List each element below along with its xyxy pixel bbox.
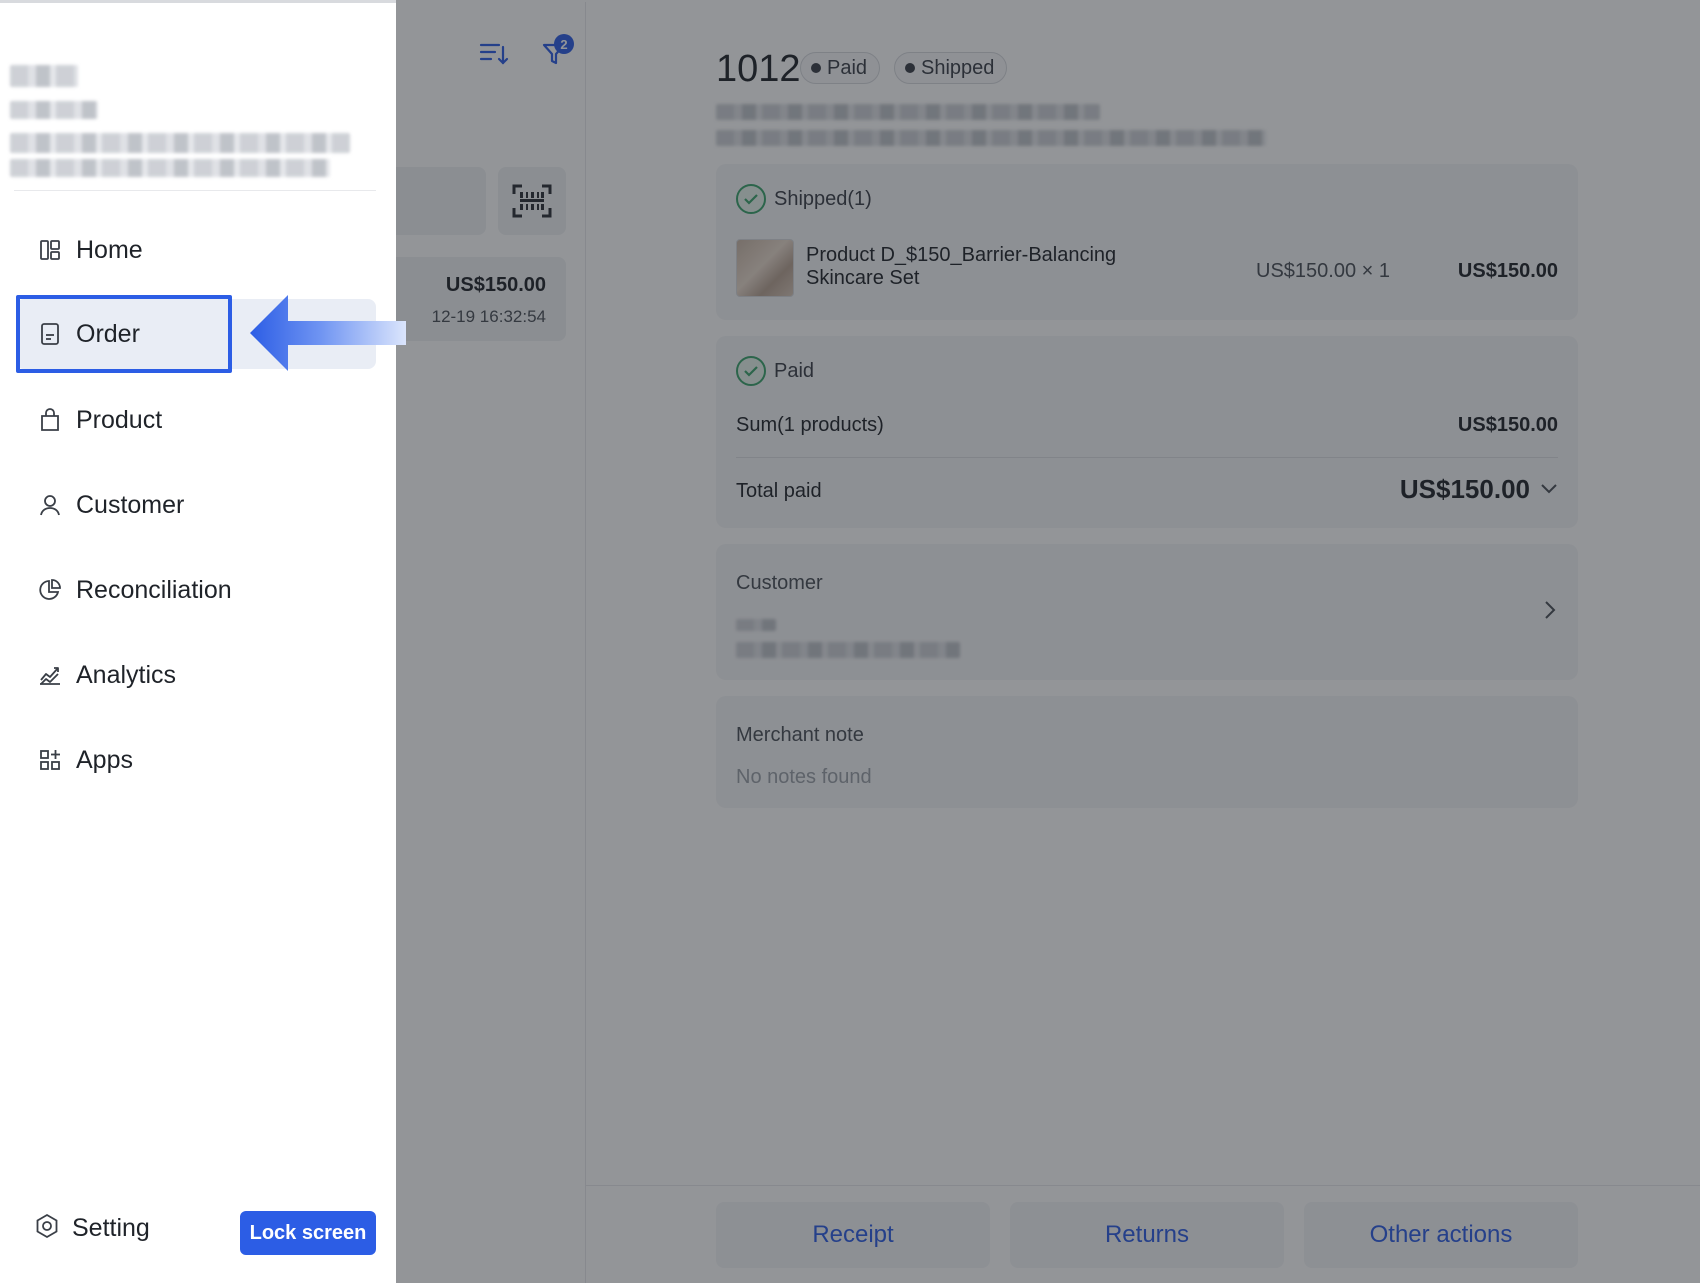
apps-grid-icon <box>34 744 66 776</box>
person-icon <box>34 489 66 521</box>
navigation-drawer: Home Order Product Customer Reconciliati… <box>0 0 406 1283</box>
nav-label: Reconciliation <box>76 575 232 604</box>
nav-label: Analytics <box>76 660 177 689</box>
shopping-bag-icon <box>34 404 66 436</box>
nav-label: Home <box>76 235 143 264</box>
nav-item-setting[interactable]: Setting <box>34 1213 150 1244</box>
lock-screen-button[interactable]: Lock screen <box>240 1211 376 1255</box>
line-chart-icon <box>34 659 66 691</box>
drawer-backdrop[interactable] <box>396 0 1700 1283</box>
pointer-arrow-icon <box>250 295 406 371</box>
nav-item-analytics[interactable]: Analytics <box>16 640 376 710</box>
order-highlight-box <box>16 295 232 373</box>
dashboard-icon <box>34 234 66 266</box>
pie-chart-icon <box>34 574 66 606</box>
nav-item-product[interactable]: Product <box>16 385 376 455</box>
nav-item-reconciliation[interactable]: Reconciliation <box>16 555 376 625</box>
nav-item-customer[interactable]: Customer <box>16 470 376 540</box>
setting-label: Setting <box>72 1214 150 1242</box>
nav-item-home[interactable]: Home <box>16 215 376 285</box>
nav-label: Customer <box>76 490 185 519</box>
nav-label: Apps <box>76 745 133 774</box>
nav-label: Product <box>76 405 163 434</box>
settings-gear-icon <box>34 1213 60 1244</box>
store-user-info <box>10 63 350 183</box>
nav-item-apps[interactable]: Apps <box>16 725 376 795</box>
